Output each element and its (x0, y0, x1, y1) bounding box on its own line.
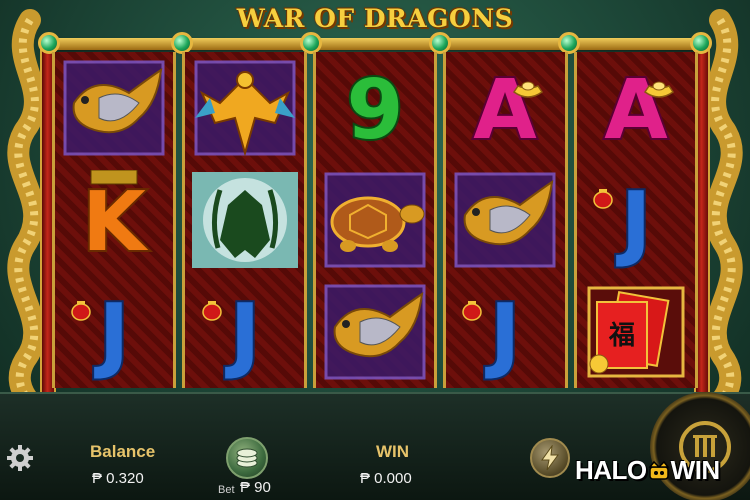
gear-icon (7, 445, 33, 471)
dragon-wild-symbol-art (191, 172, 298, 268)
svg-text:A: A (604, 63, 668, 158)
jade-gem-ornament (429, 32, 451, 54)
game-title: WAR OF DRAGONS (236, 4, 514, 33)
crown-logo-icon (648, 461, 670, 480)
win-value: ₱ 0.000 (360, 470, 412, 487)
symbol-k: K (55, 164, 173, 276)
reel-top-rail (38, 32, 712, 54)
bet-button[interactable] (226, 437, 268, 479)
symbol-red-envelope: 福 (577, 276, 695, 388)
svg-text:J: J (224, 287, 260, 382)
symbol-golden-turtle (316, 164, 434, 276)
jade-gem-ornament (38, 32, 60, 54)
bet-value: ₱ 90 (240, 479, 271, 496)
jade-gem-ornament (558, 32, 580, 54)
j-symbol-art: J (462, 285, 523, 382)
golden-carp-symbol-art (454, 172, 556, 268)
reel-3: 9 (312, 52, 438, 388)
symbol-a: A (446, 52, 564, 164)
reel-1: KJ (52, 52, 177, 388)
symbol-dragon-wild (185, 164, 303, 276)
symbol-a: A (577, 52, 695, 164)
bet-prefix-label: Bet (218, 484, 235, 496)
symbol-golden-carp (446, 164, 564, 276)
symbol-nine: 9 (316, 52, 434, 164)
watermark-right-text: WIN (670, 455, 721, 485)
watermark-left-text: HALO (575, 455, 647, 485)
lightning-icon (541, 445, 559, 471)
svg-text:福: 福 (608, 321, 635, 351)
jade-gem-ornament (690, 32, 712, 54)
svg-text:J: J (485, 287, 521, 382)
symbol-golden-carp (316, 276, 434, 388)
k-symbol-art: K (80, 170, 151, 270)
golden-turtle-symbol-art (324, 172, 426, 268)
symbol-j: J (577, 164, 695, 276)
reel-5: AJ 福 (573, 52, 699, 388)
j-symbol-art: J (593, 173, 653, 270)
a-symbol-art: A (602, 61, 674, 158)
symbol-j: J (185, 276, 303, 388)
game-stage: WAR OF DRAGONS KJJ9AJAJ福 Balance ₱ 0.320 (0, 0, 750, 500)
j-symbol-art: J (71, 285, 131, 382)
golden-carp-symbol-art (324, 284, 426, 380)
svg-text:J: J (94, 287, 130, 382)
svg-text:J: J (616, 175, 652, 270)
golden-phoenix-symbol-art (194, 60, 296, 157)
halowin-watermark: HALO WIN (575, 455, 720, 486)
balance-label: Balance (90, 442, 156, 461)
jade-gem-ornament (300, 32, 322, 54)
reel-grid: KJJ9AJAJ福 (52, 52, 699, 388)
jade-gem-ornament (171, 32, 193, 54)
red-envelope-symbol-art: 福 (587, 286, 685, 378)
reel-4: AJ (443, 52, 568, 388)
turbo-button[interactable] (530, 438, 570, 478)
svg-text:K: K (82, 175, 149, 270)
reel-2: J (182, 52, 307, 388)
symbol-j: J (55, 276, 173, 388)
balance-value: ₱ 0.320 (92, 470, 144, 487)
settings-button[interactable] (2, 440, 38, 476)
coin-stack-icon (236, 448, 258, 468)
j-symbol-art: J (201, 285, 262, 382)
symbol-golden-phoenix (185, 52, 303, 164)
a-symbol-art: A (472, 61, 544, 158)
win-label: WIN (376, 442, 410, 461)
golden-carp-symbol-art (63, 60, 165, 156)
svg-text:9: 9 (346, 63, 403, 158)
nine-symbol-art: 9 (344, 61, 405, 158)
symbol-j: J (446, 276, 564, 388)
svg-text:A: A (474, 63, 538, 158)
symbol-golden-carp (55, 52, 173, 164)
